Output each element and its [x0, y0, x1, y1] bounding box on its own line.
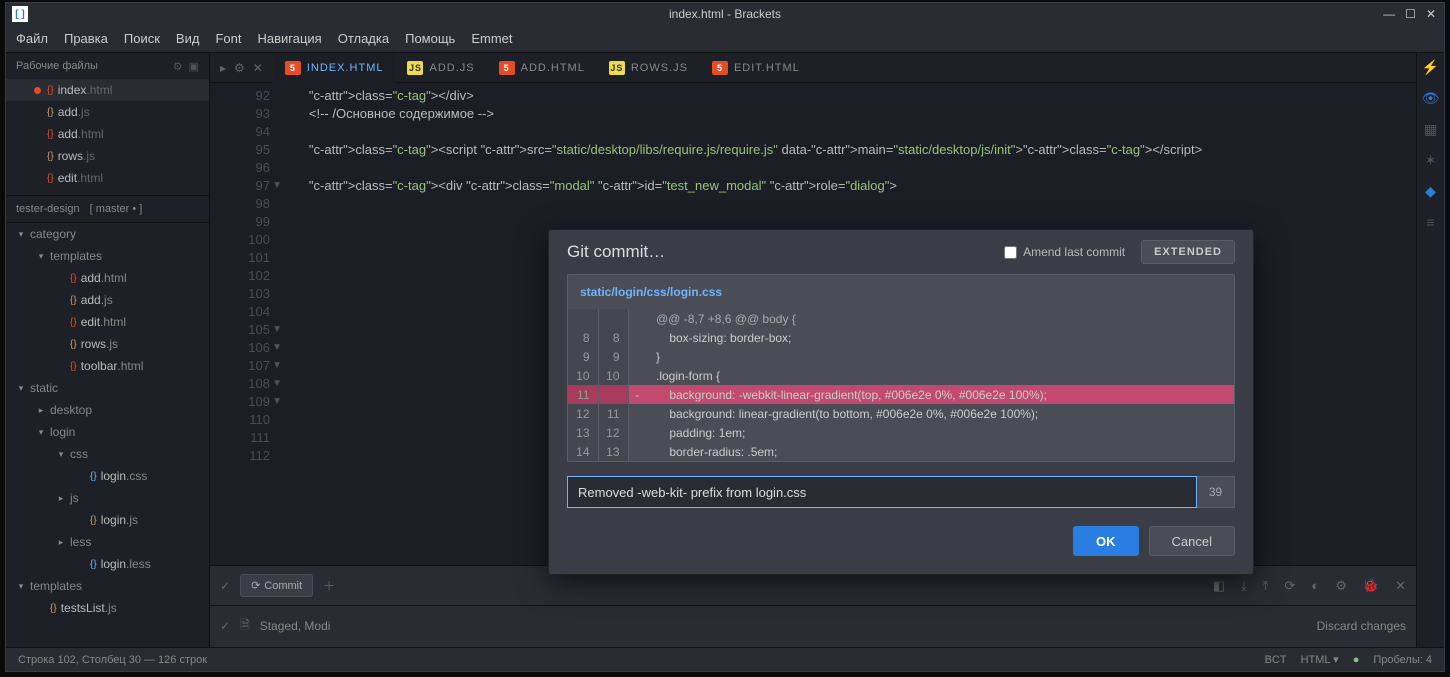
editor-tab[interactable]: 5edit.html: [700, 53, 812, 83]
tree-file-item[interactable]: {}toolbar.html: [6, 355, 209, 377]
amend-checkbox[interactable]: Amend last commit: [1004, 245, 1125, 259]
diff-row: 99}: [568, 347, 1234, 366]
diff-row: 1211 background: linear-gradient(to bott…: [568, 404, 1234, 423]
tree-folder-item[interactable]: ▾category: [6, 223, 209, 245]
branch-name[interactable]: [ master • ]: [90, 203, 143, 215]
plus-icon[interactable]: ＋: [323, 577, 335, 594]
gear-icon[interactable]: ⚙: [173, 60, 183, 73]
app-logo-icon: [ ]: [12, 6, 28, 22]
commit-message-input[interactable]: [567, 476, 1197, 508]
project-name[interactable]: tester-design: [16, 203, 80, 215]
working-file-item[interactable]: {}add.html: [6, 123, 209, 145]
insert-mode[interactable]: BCT: [1265, 654, 1287, 666]
menu-font[interactable]: Font: [215, 31, 241, 46]
minimize-icon[interactable]: —: [1383, 7, 1395, 21]
tree-file-item[interactable]: {}login.css: [6, 465, 209, 487]
live-preview-icon[interactable]: ⚡: [1422, 59, 1439, 76]
staged-label: Staged, Modi: [260, 619, 331, 633]
tree-file-item[interactable]: {}rows.js: [6, 333, 209, 355]
tree-file-item[interactable]: {}login.js: [6, 509, 209, 531]
modal-overlay: Git commit… Amend last commit EXTENDED s…: [414, 111, 1388, 623]
language-mode[interactable]: HTML ▾: [1301, 653, 1339, 666]
editor-tab[interactable]: JSrows.js: [597, 53, 700, 83]
window-title: index.html - Brackets: [669, 7, 781, 21]
diamond-icon[interactable]: ◆: [1425, 183, 1436, 200]
commit-button[interactable]: ⟳Commit: [240, 574, 313, 597]
git-commit-dialog: Git commit… Amend last commit EXTENDED s…: [548, 229, 1254, 575]
sidebar: Рабочие файлы ⚙ ▣ {}index.html{}add.js{}…: [6, 53, 210, 647]
menu-find[interactable]: Поиск: [124, 31, 160, 46]
git-close-icon[interactable]: ✕: [1395, 578, 1406, 594]
sidebar-toggle-icon[interactable]: ▸: [220, 61, 226, 75]
diff-row: 11- background: -webkit-linear-gradient(…: [568, 385, 1234, 404]
indent-setting[interactable]: Пробелы: 4: [1373, 654, 1432, 666]
cancel-button[interactable]: Cancel: [1149, 526, 1235, 556]
tree-folder-item[interactable]: ▾css: [6, 443, 209, 465]
maximize-icon[interactable]: ☐: [1405, 7, 1416, 21]
diff-row: 1312 padding: 1em;: [568, 423, 1234, 442]
tree-folder-item[interactable]: ▾static: [6, 377, 209, 399]
check-icon[interactable]: ✓: [220, 579, 230, 593]
tree-file-item[interactable]: {}add.html: [6, 267, 209, 289]
line-gutter: 929394959697▼9899100101102103104105▼106▼…: [210, 83, 280, 565]
tree-folder-item[interactable]: ▸js: [6, 487, 209, 509]
statusbar: Строка 102, Столбец 30 — 126 строк BCT H…: [6, 647, 1444, 671]
menu-nav[interactable]: Навигация: [257, 31, 321, 46]
editor-tab[interactable]: 5add.html: [487, 53, 597, 83]
menubar: Файл Правка Поиск Вид Font Навигация Отл…: [6, 25, 1444, 53]
menu-file[interactable]: Файл: [16, 31, 48, 46]
working-file-item[interactable]: {}index.html: [6, 79, 209, 101]
status-dot-icon[interactable]: ●: [1353, 654, 1360, 666]
editor-tab[interactable]: JSadd.js: [395, 53, 486, 83]
tree-folder-item[interactable]: ▾templates: [6, 245, 209, 267]
close-icon[interactable]: ✕: [1426, 7, 1436, 21]
right-toolbar: ⚡ 👁 ▦ ✶ ◆ ≡: [1416, 53, 1444, 647]
dialog-title: Git commit…: [567, 242, 665, 262]
stack-icon[interactable]: ≡: [1426, 214, 1434, 230]
tree-folder-item[interactable]: ▸less: [6, 531, 209, 553]
tree-folder-item[interactable]: ▾templates: [6, 575, 209, 597]
diff-row: @@ -8,7 +8,6 @@ body {: [568, 309, 1234, 328]
eye-icon[interactable]: 👁: [1422, 90, 1440, 107]
titlebar: [ ] index.html - Brackets — ☐ ✕: [6, 3, 1444, 25]
diff-viewer: static/login/css/login.css @@ -8,7 +8,6 …: [567, 274, 1235, 462]
tab-close-icon[interactable]: ✕: [253, 61, 263, 75]
extension-icon[interactable]: ▦: [1424, 121, 1437, 138]
menu-help[interactable]: Помощь: [405, 31, 455, 46]
tree-folder-item[interactable]: ▸desktop: [6, 399, 209, 421]
split-icon[interactable]: ▣: [189, 60, 199, 73]
ok-button[interactable]: OK: [1073, 526, 1139, 556]
tree-file-item[interactable]: {}add.js: [6, 289, 209, 311]
char-count: 39: [1197, 476, 1235, 508]
menu-view[interactable]: Вид: [176, 31, 200, 46]
file-icon: 🗎: [240, 616, 250, 637]
check-icon[interactable]: ✓: [220, 619, 230, 633]
bug-icon[interactable]: ✶: [1425, 152, 1437, 169]
tree-file-item[interactable]: {}login.less: [6, 553, 209, 575]
working-file-item[interactable]: {}edit.html: [6, 167, 209, 189]
gear-icon[interactable]: ⚙: [234, 61, 245, 75]
diff-file-path[interactable]: static/login/css/login.css: [568, 275, 1234, 309]
menu-debug[interactable]: Отладка: [338, 31, 389, 46]
cursor-position[interactable]: Строка 102, Столбец 30 — 126 строк: [18, 654, 207, 666]
diff-row: 1413 border-radius: .5em;: [568, 442, 1234, 461]
working-files-header: Рабочие файлы: [16, 60, 98, 72]
extended-button[interactable]: EXTENDED: [1141, 240, 1235, 264]
working-file-item[interactable]: {}rows.js: [6, 145, 209, 167]
editor-tab[interactable]: 5index.html: [273, 53, 396, 83]
tab-bar: ▸ ⚙ ✕ 5index.htmlJSadd.js5add.htmlJSrows…: [210, 53, 1416, 83]
working-file-item[interactable]: {}add.js: [6, 101, 209, 123]
tree-folder-item[interactable]: ▾login: [6, 421, 209, 443]
tree-file-item[interactable]: {}testsList.js: [6, 597, 209, 619]
menu-emmet[interactable]: Emmet: [471, 31, 512, 46]
diff-row: 1010.login-form {: [568, 366, 1234, 385]
diff-row: 88 box-sizing: border-box;: [568, 328, 1234, 347]
menu-edit[interactable]: Правка: [64, 31, 108, 46]
tree-file-item[interactable]: {}edit.html: [6, 311, 209, 333]
